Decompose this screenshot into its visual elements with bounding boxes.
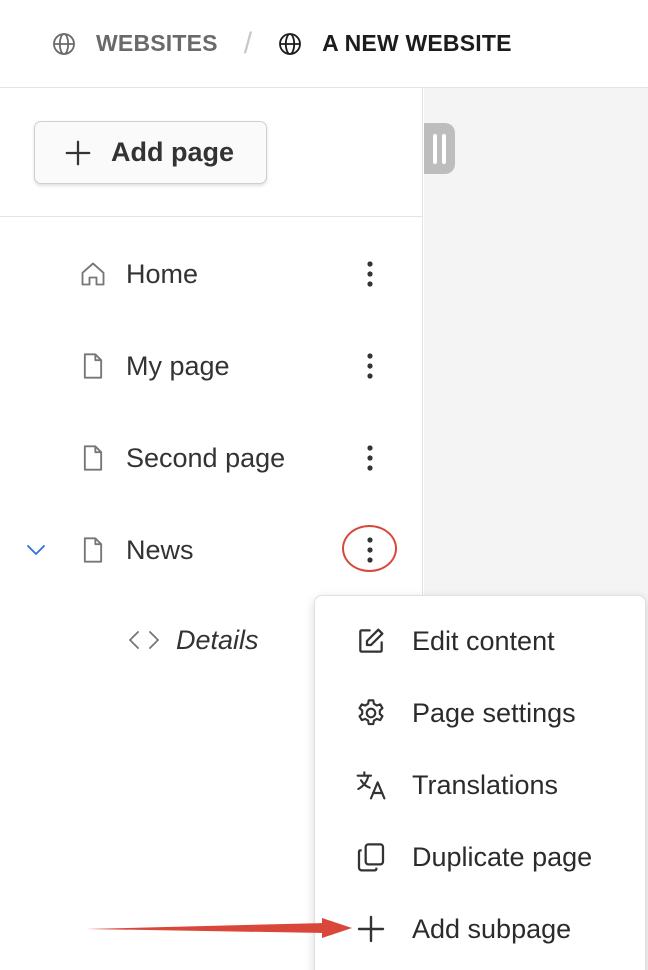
menu-item-label: Translations: [412, 769, 559, 800]
add-page-button[interactable]: Add page: [34, 121, 267, 184]
sidebar-header: Add page: [0, 88, 422, 217]
menu-item-duplicate-page[interactable]: Duplicate page: [315, 827, 645, 887]
more-options-icon[interactable]: [356, 256, 384, 292]
tree-item-label: Second page: [126, 442, 286, 473]
menu-item-edit-content[interactable]: Edit content: [315, 611, 645, 671]
menu-item-label: Edit content: [412, 625, 555, 656]
breadcrumb-current-website[interactable]: A NEW WEBSITE: [278, 30, 512, 57]
home-icon: [81, 262, 105, 286]
duplicate-icon: [357, 843, 385, 872]
tree-item-label: Details: [176, 624, 259, 655]
tree-item-my-page[interactable]: My page: [0, 336, 423, 396]
menu-item-label: Add subpage: [412, 913, 572, 944]
sidebar-resize-handle[interactable]: [424, 123, 455, 174]
more-options-icon[interactable]: [356, 440, 384, 476]
annotation-circle: [342, 525, 397, 572]
tree-item-label: My page: [126, 350, 230, 381]
tree-item-second-page[interactable]: Second page: [0, 428, 423, 488]
breadcrumb-separator: /: [243, 26, 253, 60]
code-icon: [129, 631, 159, 649]
menu-item-label: Duplicate page: [412, 841, 593, 872]
translate-icon: [356, 771, 386, 800]
gear-icon: [358, 699, 384, 726]
breadcrumb-label: A NEW WEBSITE: [322, 30, 512, 56]
breadcrumb: WEBSITES / A NEW WEBSITE: [0, 0, 648, 88]
breadcrumb-label: WEBSITES: [96, 30, 218, 56]
page-context-menu: Edit content Page settings Translations …: [314, 595, 646, 970]
tree-item-label: News: [126, 534, 194, 565]
tree-item-home[interactable]: Home: [0, 244, 423, 304]
globe-icon: [279, 32, 301, 55]
menu-item-add-subpage[interactable]: Add subpage: [315, 899, 645, 959]
more-options-icon[interactable]: [356, 348, 384, 384]
plus-icon: [65, 140, 91, 165]
annotation-arrow: [86, 918, 352, 938]
menu-item-page-settings[interactable]: Page settings: [315, 683, 645, 743]
menu-item-label: Page settings: [412, 697, 576, 728]
chevron-down-icon[interactable]: [24, 538, 48, 562]
edit-icon: [359, 628, 384, 653]
plus-icon: [357, 915, 385, 943]
globe-icon: [53, 32, 75, 55]
page-icon: [83, 537, 103, 563]
add-page-label: Add page: [111, 137, 235, 167]
page-icon: [83, 445, 103, 471]
menu-item-translations[interactable]: Translations: [315, 755, 645, 815]
breadcrumb-websites[interactable]: WEBSITES: [52, 30, 218, 57]
tree-item-label: Home: [126, 258, 199, 289]
page-icon: [83, 353, 103, 379]
